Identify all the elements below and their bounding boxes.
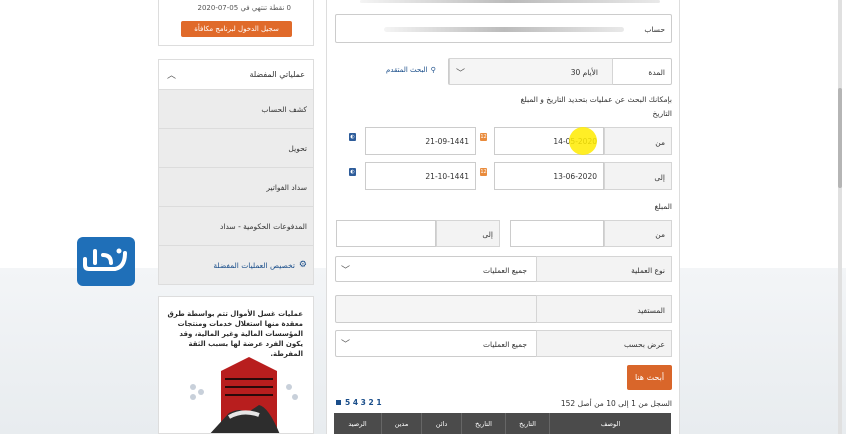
amount-to-label: إلى: [482, 230, 493, 239]
reward-panel: 0 نقطة تنتهي في 05-07-2020 سجيل الدخول ل…: [158, 0, 314, 46]
chevron-down-icon: ﹀: [341, 266, 351, 276]
transactions-table-header: الوصف التاريخ التاريخ دائن مدين الرصيد: [334, 413, 671, 434]
account-label: حساب: [644, 25, 665, 34]
from-hijri-input[interactable]: 21-09-1441: [365, 127, 476, 155]
beneficiary-label: المستفيد: [637, 306, 665, 315]
amount-from-label: من: [655, 230, 665, 239]
col-date-hijri[interactable]: التاريخ: [461, 413, 505, 434]
search-button[interactable]: أبحث هنا: [627, 365, 672, 390]
period-value: الأيام 30: [570, 68, 598, 77]
amount-to-row: إلى: [436, 220, 500, 247]
beneficiary-label-cell: المستفيد: [536, 295, 672, 323]
favorites-panel: عملياتي المفضلة ︿ كشف الحساب تحويل سداد …: [158, 59, 314, 285]
hijri-calendar-icon[interactable]: ◐: [349, 168, 356, 176]
display-by-label-cell: عرض بحسب: [536, 330, 672, 357]
customize-favorites-link[interactable]: ⚙ تخصيص العمليات المفضلة: [159, 246, 313, 284]
to-date-row: إلى: [604, 162, 672, 190]
top-blur-line: [360, 0, 660, 3]
to-hijri-input[interactable]: 21-10-1441: [365, 162, 476, 190]
to-date-input[interactable]: 13-06-2020: [494, 162, 604, 190]
logo-icon: [83, 248, 127, 271]
search-icon: ⚲: [430, 66, 436, 74]
period-row: المدة الأيام 30 ﹀: [448, 58, 672, 85]
to-label: إلى: [654, 173, 665, 182]
page-scrollbar[interactable]: [838, 0, 842, 434]
cursor-highlight: [569, 127, 597, 155]
amount-to-input[interactable]: [336, 220, 436, 247]
amount-from-input[interactable]: [510, 220, 604, 247]
from-date-row: من: [604, 127, 672, 155]
col-description[interactable]: الوصف: [549, 413, 671, 434]
chevron-down-icon: ﹀: [341, 340, 351, 350]
search-hint: بإمكانك البحث عن عمليات بتحديد التاريخ و…: [520, 95, 672, 104]
gear-icon: ⚙: [298, 260, 307, 270]
handshake-illustration: [190, 357, 298, 433]
account-value-blurred: [384, 27, 624, 32]
amount-from-row: من: [604, 220, 672, 247]
col-date[interactable]: التاريخ: [505, 413, 549, 434]
site-logo: [77, 237, 135, 286]
amount-label: المبلغ: [654, 202, 672, 211]
favorite-item-statement[interactable]: كشف الحساب: [159, 90, 313, 129]
record-count-text: السجل من 1 إلى 10 من أصل 152: [560, 399, 672, 408]
display-by-label: عرض بحسب: [623, 340, 665, 349]
txn-type-select[interactable]: نوع العملية جميع العمليات ﹀: [335, 256, 672, 282]
favorites-title: عملياتي المفضلة: [249, 70, 305, 79]
print-icon[interactable]: [336, 400, 341, 405]
col-balance[interactable]: الرصيد: [334, 413, 381, 434]
txn-type-label: نوع العملية: [631, 266, 665, 275]
txn-type-label-cell: نوع العملية: [536, 256, 672, 282]
favorite-item-gov-payments[interactable]: المدفوعات الحكومية - سداد: [159, 207, 313, 246]
favorite-item-bills[interactable]: سداد الفواتير: [159, 168, 313, 207]
favorite-item-transfer[interactable]: تحويل: [159, 129, 313, 168]
chevron-down-icon: ﹀: [456, 69, 466, 79]
awareness-banner[interactable]: عمليات غسل الأموال تتم بواسطة طرق معقدة …: [158, 296, 314, 434]
calendar-icon[interactable]: 12: [480, 168, 487, 176]
account-select[interactable]: حساب: [335, 14, 672, 43]
scrollbar-thumb[interactable]: [838, 88, 842, 188]
pagination-pages[interactable]: 5 4 3 2 1: [336, 398, 382, 407]
hijri-calendar-icon[interactable]: ◐: [349, 133, 356, 141]
page-links[interactable]: 5 4 3 2 1: [345, 398, 382, 407]
advanced-search-label: البحث المتقدم: [386, 66, 428, 74]
reward-points-text: 0 نقطة تنتهي في 05-07-2020: [197, 4, 291, 12]
chevron-up-icon[interactable]: ︿: [167, 68, 176, 81]
date-label: التاريخ: [652, 109, 672, 118]
favorites-header[interactable]: عملياتي المفضلة ︿: [159, 60, 313, 90]
customize-favorites-label: تخصيص العمليات المفضلة: [213, 260, 295, 270]
col-debit[interactable]: مدين: [381, 413, 421, 434]
advanced-search-link[interactable]: ⚲ البحث المتقدم: [386, 66, 436, 74]
txn-type-value: جميع العمليات: [482, 266, 527, 275]
calendar-icon[interactable]: 12: [480, 133, 487, 141]
period-label: المدة: [648, 68, 665, 77]
beneficiary-row[interactable]: المستفيد: [335, 295, 672, 323]
from-label: من: [655, 138, 665, 147]
reward-login-button[interactable]: سجيل الدخول لبرنامج مكافأة: [181, 21, 292, 37]
col-credit[interactable]: دائن: [421, 413, 461, 434]
awareness-banner-text: عمليات غسل الأموال تتم بواسطة طرق معقدة …: [167, 310, 303, 358]
period-select[interactable]: الأيام 30 ﹀: [449, 58, 613, 85]
display-by-value: جميع العمليات: [482, 340, 527, 349]
display-by-select[interactable]: عرض بحسب جميع العمليات ﹀: [335, 330, 672, 357]
